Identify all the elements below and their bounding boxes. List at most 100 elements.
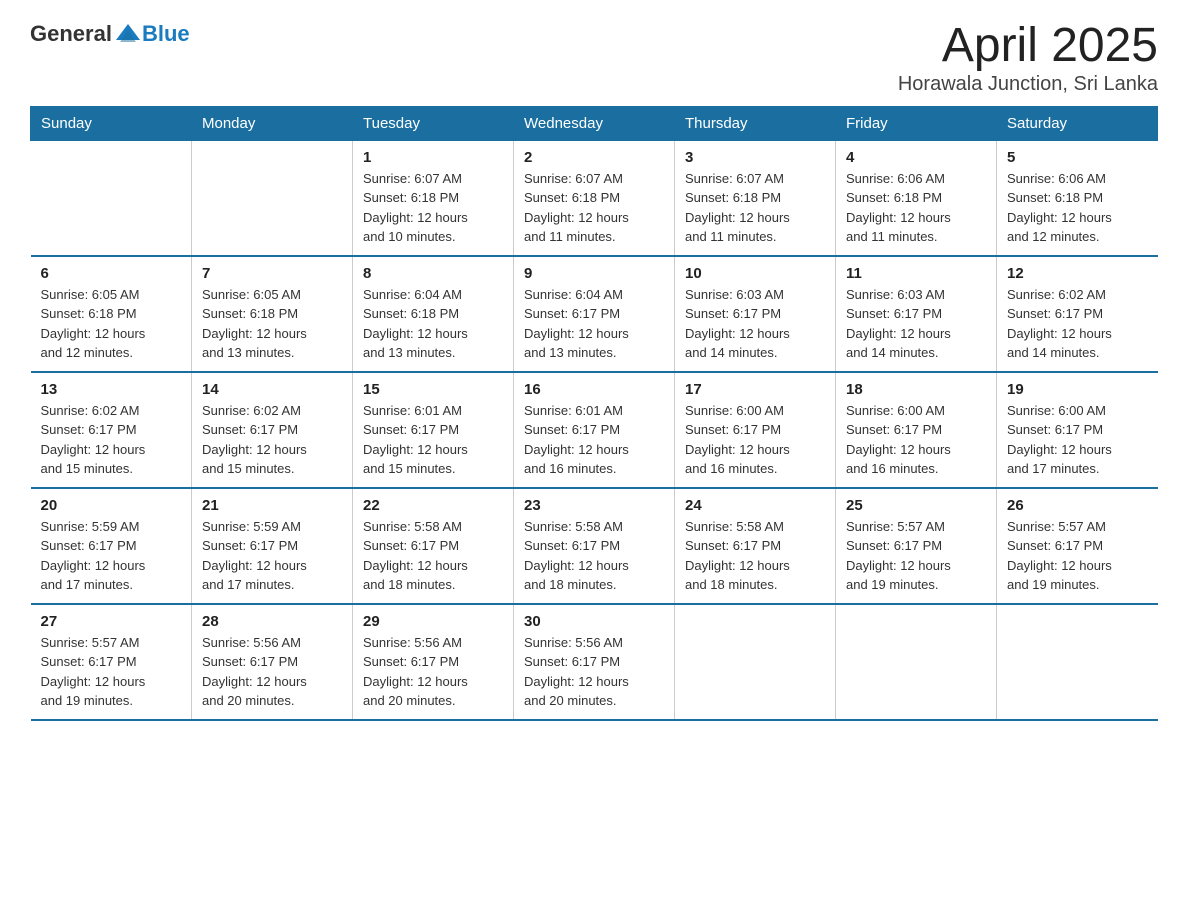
day-info: Sunrise: 6:04 AM Sunset: 6:17 PM Dayligh… bbox=[524, 285, 664, 363]
day-info: Sunrise: 5:56 AM Sunset: 6:17 PM Dayligh… bbox=[524, 633, 664, 711]
calendar-cell: 7 Sunrise: 6:05 AM Sunset: 6:18 PM Daylig… bbox=[192, 256, 353, 372]
day-number: 20 bbox=[41, 497, 182, 514]
logo-general: General bbox=[30, 21, 112, 47]
day-info: Sunrise: 5:57 AM Sunset: 6:17 PM Dayligh… bbox=[41, 633, 182, 711]
page-subtitle: Horawala Junction, Sri Lanka bbox=[898, 73, 1158, 96]
day-number: 23 bbox=[524, 497, 664, 514]
day-header-friday: Friday bbox=[836, 106, 997, 140]
calendar-week-4: 20 Sunrise: 5:59 AM Sunset: 6:17 PM Dayli… bbox=[31, 488, 1158, 604]
day-number: 25 bbox=[846, 497, 986, 514]
calendar-cell: 30 Sunrise: 5:56 AM Sunset: 6:17 PM Dayli… bbox=[514, 604, 675, 720]
day-info: Sunrise: 6:02 AM Sunset: 6:17 PM Dayligh… bbox=[202, 401, 342, 479]
calendar-cell: 20Sunrise: 5:59 AM Sunset: 6:17 PM Dayli… bbox=[31, 488, 192, 604]
day-info: Sunrise: 6:00 AM Sunset: 6:17 PM Dayligh… bbox=[685, 401, 825, 479]
calendar-cell: 18Sunrise: 6:00 AM Sunset: 6:17 PM Dayli… bbox=[836, 372, 997, 488]
day-number: 7 bbox=[202, 265, 342, 282]
day-info: Sunrise: 5:57 AM Sunset: 6:17 PM Dayligh… bbox=[846, 517, 986, 595]
day-info: Sunrise: 5:58 AM Sunset: 6:17 PM Dayligh… bbox=[685, 517, 825, 595]
day-info: Sunrise: 6:02 AM Sunset: 6:17 PM Dayligh… bbox=[41, 401, 182, 479]
calendar-cell: 25 Sunrise: 5:57 AM Sunset: 6:17 PM Dayli… bbox=[836, 488, 997, 604]
calendar-cell: 19Sunrise: 6:00 AM Sunset: 6:17 PM Dayli… bbox=[997, 372, 1158, 488]
day-header-wednesday: Wednesday bbox=[514, 106, 675, 140]
day-number: 13 bbox=[41, 381, 182, 398]
day-info: Sunrise: 5:56 AM Sunset: 6:17 PM Dayligh… bbox=[202, 633, 342, 711]
day-number: 3 bbox=[685, 149, 825, 166]
calendar-cell: 13 Sunrise: 6:02 AM Sunset: 6:17 PM Dayli… bbox=[31, 372, 192, 488]
calendar-cell: 10Sunrise: 6:03 AM Sunset: 6:17 PM Dayli… bbox=[675, 256, 836, 372]
logo-icon bbox=[114, 20, 142, 48]
day-header-thursday: Thursday bbox=[675, 106, 836, 140]
day-number: 27 bbox=[41, 613, 182, 630]
day-number: 11 bbox=[846, 265, 986, 282]
day-number: 19 bbox=[1007, 381, 1148, 398]
day-number: 14 bbox=[202, 381, 342, 398]
day-number: 6 bbox=[41, 265, 182, 282]
calendar-cell bbox=[192, 140, 353, 256]
day-info: Sunrise: 6:03 AM Sunset: 6:17 PM Dayligh… bbox=[685, 285, 825, 363]
calendar-cell bbox=[836, 604, 997, 720]
day-number: 22 bbox=[363, 497, 503, 514]
calendar-cell: 16 Sunrise: 6:01 AM Sunset: 6:17 PM Dayli… bbox=[514, 372, 675, 488]
calendar-table: SundayMondayTuesdayWednesdayThursdayFrid… bbox=[30, 106, 1158, 721]
calendar-cell: 11Sunrise: 6:03 AM Sunset: 6:17 PM Dayli… bbox=[836, 256, 997, 372]
calendar-cell: 5Sunrise: 6:06 AM Sunset: 6:18 PM Daylig… bbox=[997, 140, 1158, 256]
page-title: April 2025 bbox=[898, 20, 1158, 73]
calendar-cell: 14 Sunrise: 6:02 AM Sunset: 6:17 PM Dayli… bbox=[192, 372, 353, 488]
day-number: 9 bbox=[524, 265, 664, 282]
page-header: General Blue April 2025 Horawala Junctio… bbox=[30, 20, 1158, 96]
day-number: 5 bbox=[1007, 149, 1148, 166]
day-number: 8 bbox=[363, 265, 503, 282]
calendar-cell: 23 Sunrise: 5:58 AM Sunset: 6:17 PM Dayli… bbox=[514, 488, 675, 604]
calendar-cell: 15 Sunrise: 6:01 AM Sunset: 6:17 PM Dayli… bbox=[353, 372, 514, 488]
calendar-cell: 17 Sunrise: 6:00 AM Sunset: 6:17 PM Dayli… bbox=[675, 372, 836, 488]
calendar-cell: 24 Sunrise: 5:58 AM Sunset: 6:17 PM Dayli… bbox=[675, 488, 836, 604]
day-header-monday: Monday bbox=[192, 106, 353, 140]
calendar-cell: 6 Sunrise: 6:05 AM Sunset: 6:18 PM Daylig… bbox=[31, 256, 192, 372]
calendar-cell: 2Sunrise: 6:07 AM Sunset: 6:18 PM Daylig… bbox=[514, 140, 675, 256]
calendar-header-row: SundayMondayTuesdayWednesdayThursdayFrid… bbox=[31, 106, 1158, 140]
day-info: Sunrise: 6:05 AM Sunset: 6:18 PM Dayligh… bbox=[41, 285, 182, 363]
day-info: Sunrise: 6:01 AM Sunset: 6:17 PM Dayligh… bbox=[363, 401, 503, 479]
day-number: 12 bbox=[1007, 265, 1148, 282]
calendar-cell: 29Sunrise: 5:56 AM Sunset: 6:17 PM Dayli… bbox=[353, 604, 514, 720]
day-header-tuesday: Tuesday bbox=[353, 106, 514, 140]
day-number: 15 bbox=[363, 381, 503, 398]
day-number: 16 bbox=[524, 381, 664, 398]
calendar-cell: 27 Sunrise: 5:57 AM Sunset: 6:17 PM Dayli… bbox=[31, 604, 192, 720]
day-number: 21 bbox=[202, 497, 342, 514]
day-info: Sunrise: 6:01 AM Sunset: 6:17 PM Dayligh… bbox=[524, 401, 664, 479]
day-info: Sunrise: 6:07 AM Sunset: 6:18 PM Dayligh… bbox=[685, 169, 825, 247]
day-number: 1 bbox=[363, 149, 503, 166]
day-number: 30 bbox=[524, 613, 664, 630]
day-info: Sunrise: 6:07 AM Sunset: 6:18 PM Dayligh… bbox=[363, 169, 503, 247]
title-block: April 2025 Horawala Junction, Sri Lanka bbox=[898, 20, 1158, 96]
day-info: Sunrise: 5:56 AM Sunset: 6:17 PM Dayligh… bbox=[363, 633, 503, 711]
calendar-cell bbox=[675, 604, 836, 720]
calendar-cell: 12 Sunrise: 6:02 AM Sunset: 6:17 PM Dayli… bbox=[997, 256, 1158, 372]
calendar-cell: 22 Sunrise: 5:58 AM Sunset: 6:17 PM Dayli… bbox=[353, 488, 514, 604]
calendar-cell: 26Sunrise: 5:57 AM Sunset: 6:17 PM Dayli… bbox=[997, 488, 1158, 604]
day-number: 26 bbox=[1007, 497, 1148, 514]
day-number: 28 bbox=[202, 613, 342, 630]
day-number: 4 bbox=[846, 149, 986, 166]
day-info: Sunrise: 6:05 AM Sunset: 6:18 PM Dayligh… bbox=[202, 285, 342, 363]
day-header-sunday: Sunday bbox=[31, 106, 192, 140]
calendar-cell: 9 Sunrise: 6:04 AM Sunset: 6:17 PM Daylig… bbox=[514, 256, 675, 372]
day-info: Sunrise: 5:59 AM Sunset: 6:17 PM Dayligh… bbox=[202, 517, 342, 595]
calendar-cell: 3 Sunrise: 6:07 AM Sunset: 6:18 PM Daylig… bbox=[675, 140, 836, 256]
calendar-cell: 28 Sunrise: 5:56 AM Sunset: 6:17 PM Dayli… bbox=[192, 604, 353, 720]
day-header-saturday: Saturday bbox=[997, 106, 1158, 140]
calendar-week-3: 13 Sunrise: 6:02 AM Sunset: 6:17 PM Dayli… bbox=[31, 372, 1158, 488]
calendar-week-2: 6 Sunrise: 6:05 AM Sunset: 6:18 PM Daylig… bbox=[31, 256, 1158, 372]
calendar-cell: 1 Sunrise: 6:07 AM Sunset: 6:18 PM Daylig… bbox=[353, 140, 514, 256]
day-info: Sunrise: 6:07 AM Sunset: 6:18 PM Dayligh… bbox=[524, 169, 664, 247]
calendar-week-1: 1 Sunrise: 6:07 AM Sunset: 6:18 PM Daylig… bbox=[31, 140, 1158, 256]
day-number: 24 bbox=[685, 497, 825, 514]
day-number: 17 bbox=[685, 381, 825, 398]
calendar-cell bbox=[31, 140, 192, 256]
day-info: Sunrise: 6:02 AM Sunset: 6:17 PM Dayligh… bbox=[1007, 285, 1148, 363]
day-info: Sunrise: 5:58 AM Sunset: 6:17 PM Dayligh… bbox=[524, 517, 664, 595]
calendar-week-5: 27 Sunrise: 5:57 AM Sunset: 6:17 PM Dayli… bbox=[31, 604, 1158, 720]
day-info: Sunrise: 5:58 AM Sunset: 6:17 PM Dayligh… bbox=[363, 517, 503, 595]
calendar-cell: 21 Sunrise: 5:59 AM Sunset: 6:17 PM Dayli… bbox=[192, 488, 353, 604]
